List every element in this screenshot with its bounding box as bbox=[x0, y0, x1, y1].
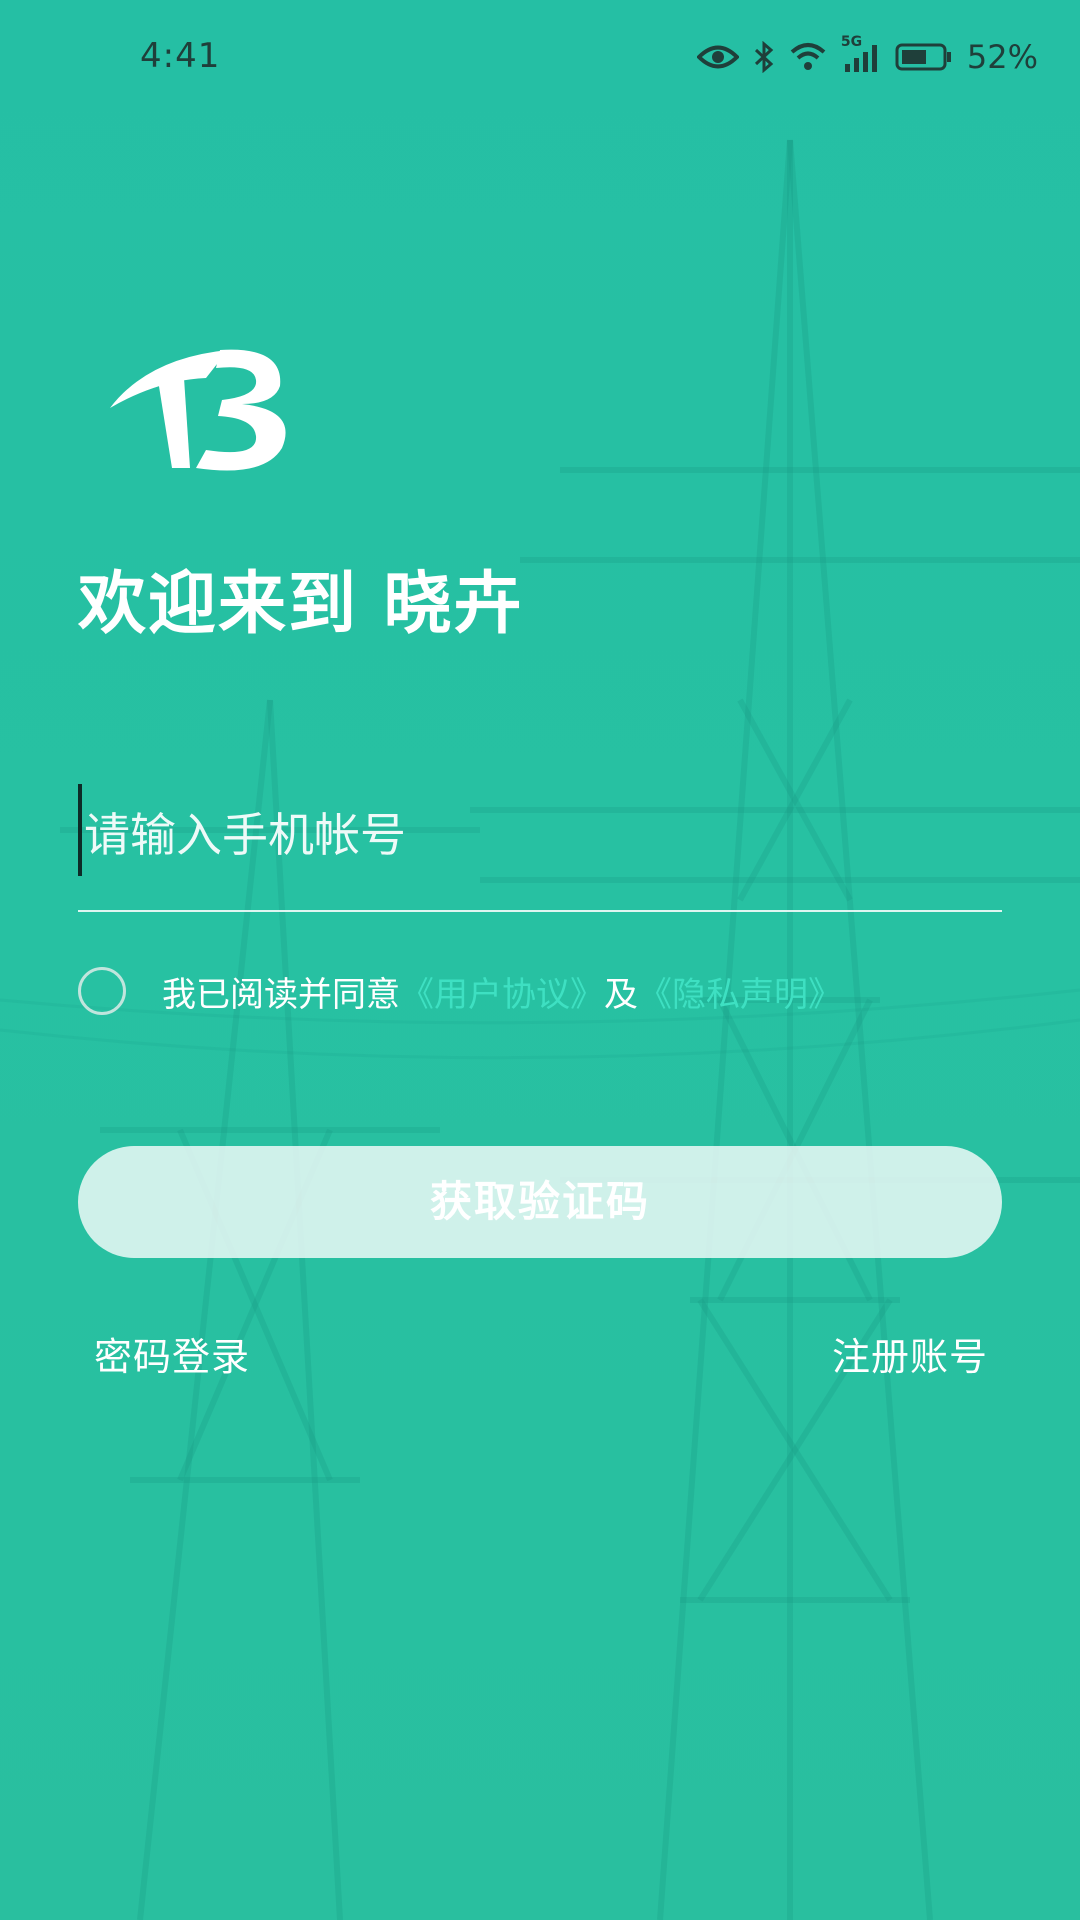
battery-icon bbox=[895, 42, 953, 72]
login-screen: 4:41 5G 52% 欢迎来到 晓卉 请输入手机帐号 我已阅读并同意 《用户协… bbox=[0, 0, 1080, 1920]
agreement-prefix: 我已阅读并同意 bbox=[162, 974, 400, 1015]
status-bar: 4:41 5G 52% bbox=[0, 0, 1080, 110]
battery-percent: 52% bbox=[966, 38, 1038, 76]
network-type: 5G bbox=[840, 34, 863, 50]
password-login-link[interactable]: 密码登录 bbox=[94, 1326, 250, 1381]
bluetooth-icon bbox=[753, 41, 775, 73]
register-link[interactable]: 注册账号 bbox=[832, 1326, 988, 1381]
status-time: 4:41 bbox=[140, 36, 221, 76]
wifi-icon bbox=[789, 42, 827, 72]
status-icons: 5G 52% bbox=[696, 34, 1038, 76]
phone-field bbox=[78, 780, 1002, 912]
get-code-button[interactable]: 获取验证码 bbox=[78, 1146, 1002, 1258]
eye-icon bbox=[696, 44, 739, 70]
text-caret bbox=[78, 784, 82, 876]
user-agreement-link[interactable]: 《用户协议》 bbox=[400, 967, 604, 1016]
signal-icon: 5G bbox=[841, 34, 881, 72]
power-tower-background bbox=[0, 139, 1080, 1920]
tb-logo bbox=[110, 349, 286, 471]
privacy-link[interactable]: 《隐私声明》 bbox=[638, 967, 842, 1016]
phone-input[interactable] bbox=[78, 780, 1002, 890]
agreement-checkbox[interactable] bbox=[78, 967, 126, 1015]
agreement-and: 及 bbox=[604, 974, 638, 1015]
agreement-row: 我已阅读并同意 《用户协议》 及 《隐私声明》 bbox=[78, 966, 842, 1016]
welcome-title: 欢迎来到 晓卉 bbox=[78, 565, 524, 644]
